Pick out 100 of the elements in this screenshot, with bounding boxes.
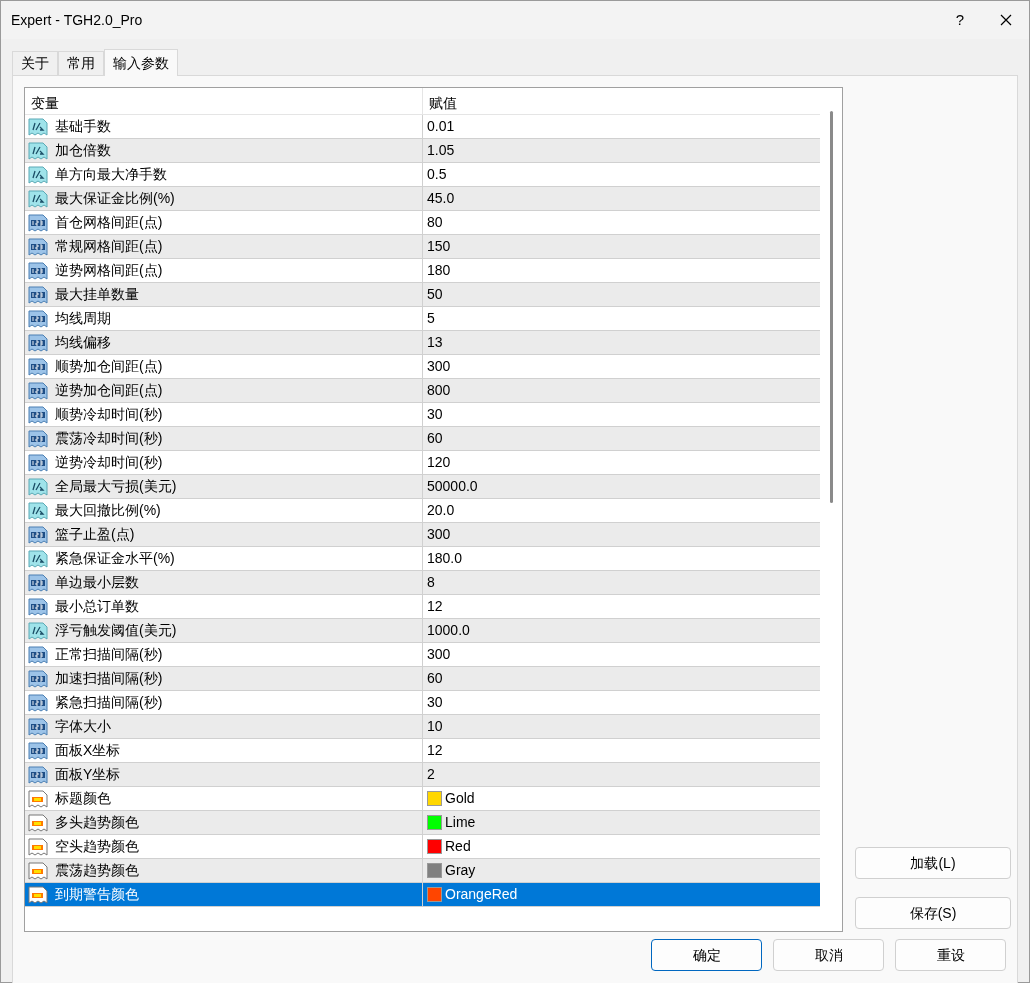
side-button[interactable]: 加载(L) bbox=[855, 847, 1011, 879]
fraction-icon bbox=[28, 116, 48, 137]
parameter-name: 常规网格间距(点) bbox=[55, 237, 163, 256]
parameter-name: 篮子止盈(点) bbox=[55, 525, 135, 544]
dialog-button[interactable]: 重设 bbox=[895, 939, 1006, 971]
parameter-row[interactable]: 单边最小层数 8 bbox=[25, 571, 820, 595]
parameter-row[interactable]: 加速扫描间隔(秒) 60 bbox=[25, 667, 820, 691]
parameter-name: 最小总订单数 bbox=[55, 597, 139, 616]
parameter-row[interactable]: 紧急扫描间隔(秒) 30 bbox=[25, 691, 820, 715]
tab[interactable]: 常用 bbox=[58, 51, 104, 75]
fraction-icon bbox=[28, 188, 48, 209]
parameter-value[interactable]: 0.5 bbox=[427, 164, 447, 185]
parameter-row[interactable]: 逆势网格间距(点) 180 bbox=[25, 259, 820, 283]
parameter-value[interactable]: 30 bbox=[427, 692, 443, 713]
parameter-row[interactable]: 浮亏触发阈值(美元) 1000.0 bbox=[25, 619, 820, 643]
tab[interactable]: 输入参数 bbox=[104, 49, 178, 76]
close-icon bbox=[1000, 14, 1012, 26]
parameter-row[interactable]: 最大回撤比例(%) 20.0 bbox=[25, 499, 820, 523]
number-icon bbox=[28, 380, 48, 401]
parameter-row[interactable]: 紧急保证金水平(%) 180.0 bbox=[25, 547, 820, 571]
parameter-row[interactable]: 均线偏移 13 bbox=[25, 331, 820, 355]
parameter-value[interactable]: 12 bbox=[427, 740, 443, 761]
parameter-value[interactable]: Red bbox=[445, 836, 471, 857]
parameter-name: 面板X坐标 bbox=[55, 741, 121, 760]
parameter-row[interactable]: 加仓倍数 1.05 bbox=[25, 139, 820, 163]
parameter-value[interactable]: 1.05 bbox=[427, 140, 455, 161]
parameter-row[interactable]: 均线周期 5 bbox=[25, 307, 820, 331]
parameter-row[interactable]: 常规网格间距(点) 150 bbox=[25, 235, 820, 259]
dialog-button[interactable]: 取消 bbox=[773, 939, 884, 971]
parameter-value[interactable]: 8 bbox=[427, 572, 435, 593]
parameter-value[interactable]: OrangeRed bbox=[445, 884, 518, 905]
parameter-row[interactable]: 面板X坐标 12 bbox=[25, 739, 820, 763]
parameter-value[interactable]: Gray bbox=[445, 860, 476, 881]
fraction-icon bbox=[28, 500, 48, 521]
number-icon bbox=[28, 260, 48, 281]
parameter-value[interactable]: 5 bbox=[427, 308, 435, 329]
parameter-name: 首仓网格间距(点) bbox=[55, 213, 163, 232]
parameter-value[interactable]: 120 bbox=[427, 452, 451, 473]
parameter-row[interactable]: 最大挂单数量 50 bbox=[25, 283, 820, 307]
parameter-row[interactable]: 逆势冷却时间(秒) 120 bbox=[25, 451, 820, 475]
number-icon bbox=[28, 332, 48, 353]
parameter-value[interactable]: 300 bbox=[427, 356, 451, 377]
parameter-value[interactable]: 20.0 bbox=[427, 500, 455, 521]
parameter-name: 全局最大亏损(美元) bbox=[55, 477, 177, 496]
parameter-value[interactable]: 45.0 bbox=[427, 188, 455, 209]
parameter-value[interactable]: 2 bbox=[427, 764, 435, 785]
parameter-value[interactable]: 30 bbox=[427, 404, 443, 425]
parameter-row[interactable]: 顺势冷却时间(秒) 30 bbox=[25, 403, 820, 427]
parameter-value[interactable]: 60 bbox=[427, 428, 443, 449]
parameter-value[interactable]: 12 bbox=[427, 596, 443, 617]
parameter-value[interactable]: 13 bbox=[427, 332, 443, 353]
scrollbar-thumb[interactable] bbox=[829, 111, 833, 503]
parameter-value[interactable]: 50 bbox=[427, 284, 443, 305]
parameter-row[interactable]: 标题颜色 Gold bbox=[25, 787, 820, 811]
parameter-value[interactable]: Lime bbox=[445, 812, 476, 833]
parameter-value[interactable]: 150 bbox=[427, 236, 451, 257]
palette-icon bbox=[28, 812, 48, 833]
parameter-row[interactable]: 逆势加仓间距(点) 800 bbox=[25, 379, 820, 403]
tab[interactable]: 关于 bbox=[12, 51, 58, 75]
parameter-row[interactable]: 基础手数 0.01 bbox=[25, 115, 820, 139]
parameter-row[interactable]: 全局最大亏损(美元) 50000.0 bbox=[25, 475, 820, 499]
parameter-value[interactable]: 300 bbox=[427, 644, 451, 665]
help-button[interactable]: ? bbox=[937, 1, 983, 39]
parameter-row[interactable]: 最小总订单数 12 bbox=[25, 595, 820, 619]
parameter-name: 均线偏移 bbox=[55, 333, 111, 352]
parameter-value[interactable]: 180 bbox=[427, 260, 451, 281]
parameter-row[interactable]: 顺势加仓间距(点) 300 bbox=[25, 355, 820, 379]
parameter-value[interactable]: 300 bbox=[427, 524, 451, 545]
parameter-row[interactable]: 震荡趋势颜色 Gray bbox=[25, 859, 820, 883]
parameter-value[interactable]: 800 bbox=[427, 380, 451, 401]
number-icon bbox=[28, 452, 48, 473]
parameter-row[interactable]: 最大保证金比例(%) 45.0 bbox=[25, 187, 820, 211]
parameter-row[interactable]: 震荡冷却时间(秒) 60 bbox=[25, 427, 820, 451]
parameter-row[interactable]: 字体大小 10 bbox=[25, 715, 820, 739]
parameter-row[interactable]: 单方向最大净手数 0.5 bbox=[25, 163, 820, 187]
parameter-value[interactable]: 60 bbox=[427, 668, 443, 689]
parameter-name: 标题颜色 bbox=[55, 789, 111, 808]
fraction-icon bbox=[28, 620, 48, 641]
parameter-row[interactable]: 篮子止盈(点) 300 bbox=[25, 523, 820, 547]
parameter-value[interactable]: 50000.0 bbox=[427, 476, 478, 497]
parameter-name: 顺势冷却时间(秒) bbox=[55, 405, 163, 424]
parameter-row[interactable]: 首仓网格间距(点) 80 bbox=[25, 211, 820, 235]
side-button[interactable]: 保存(S) bbox=[855, 897, 1011, 929]
dialog-button[interactable]: 确定 bbox=[651, 939, 762, 971]
parameter-value[interactable]: 180.0 bbox=[427, 548, 463, 569]
parameter-row[interactable]: 正常扫描间隔(秒) 300 bbox=[25, 643, 820, 667]
parameter-value[interactable]: 80 bbox=[427, 212, 443, 233]
parameter-name: 震荡趋势颜色 bbox=[55, 861, 139, 880]
column-header[interactable]: 赋值 bbox=[423, 88, 820, 114]
number-icon bbox=[28, 404, 48, 425]
parameter-row[interactable]: 多头趋势颜色 Lime bbox=[25, 811, 820, 835]
parameter-row[interactable]: 面板Y坐标 2 bbox=[25, 763, 820, 787]
parameter-value[interactable]: 1000.0 bbox=[427, 620, 470, 641]
parameter-row[interactable]: 到期警告颜色 OrangeRed bbox=[25, 883, 820, 907]
parameter-value[interactable]: 10 bbox=[427, 716, 443, 737]
parameter-row[interactable]: 空头趋势颜色 Red bbox=[25, 835, 820, 859]
column-header[interactable]: 变量 bbox=[25, 88, 423, 114]
parameter-value[interactable]: 0.01 bbox=[427, 116, 455, 137]
number-icon bbox=[28, 212, 48, 233]
parameter-value[interactable]: Gold bbox=[445, 788, 475, 809]
